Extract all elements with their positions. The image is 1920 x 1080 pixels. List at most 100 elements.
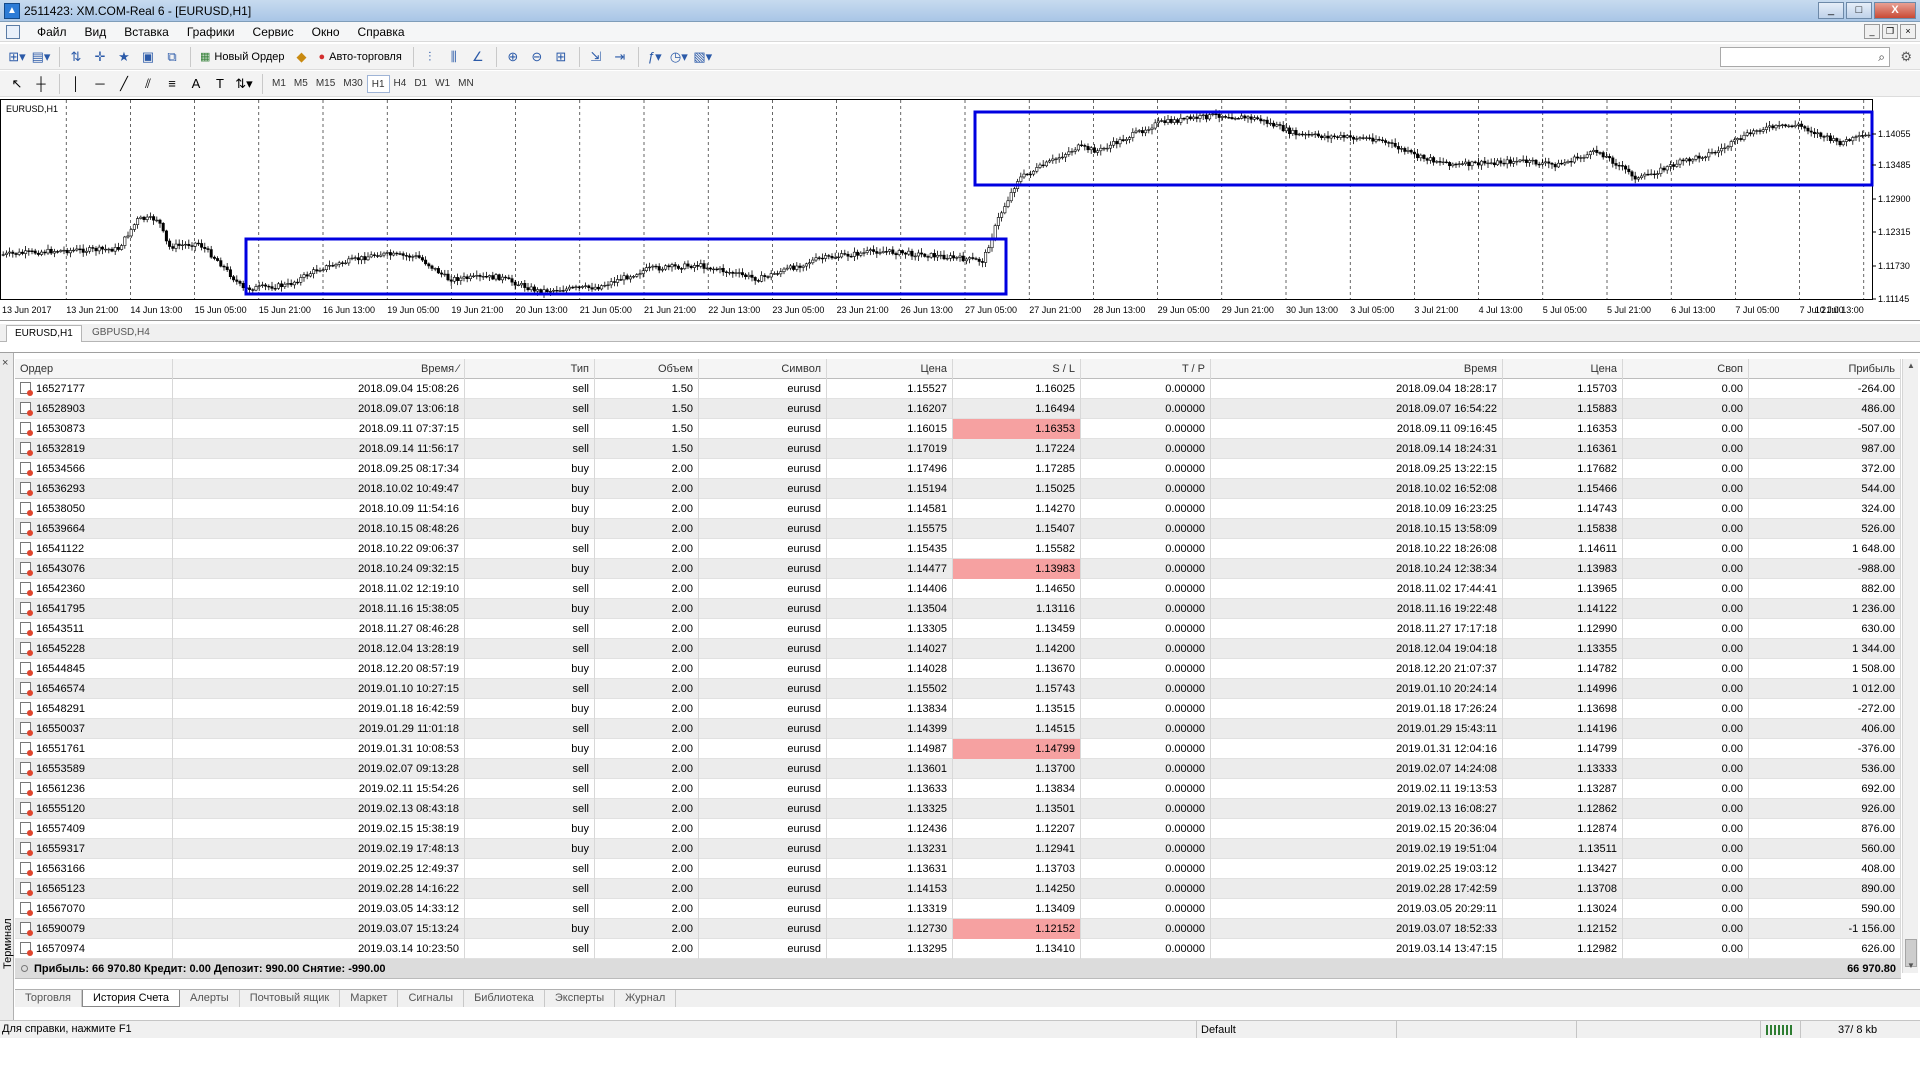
equidistant-channel-icon[interactable]: ⫽ [137,73,159,95]
fibonacci-icon[interactable]: ≡ [161,73,183,95]
table-row[interactable]: 16555120 2019.02.13 08:43:18 sell 2.00 eurus… [15,798,1901,819]
table-row[interactable]: 16534566 2018.09.25 08:17:34 buy 2.00 eurusd… [15,458,1901,479]
tab-signals[interactable]: Сигналы [398,990,465,1007]
tab-mailbox[interactable]: Почтовый ящик [240,990,341,1007]
col-close-time[interactable]: Время [1211,358,1503,379]
chart-minimize-button[interactable]: _ [1864,24,1880,39]
table-row[interactable]: 16563166 2019.02.25 12:49:37 sell 2.00 eurus… [15,858,1901,879]
new-order-button[interactable]: ▦ Новый Ордер [196,46,289,68]
chart-restore-button[interactable]: ❐ [1882,24,1898,39]
col-open-time[interactable]: Время ⁄ [173,358,465,379]
chart-tab-eurusd[interactable]: EURUSD,H1 [6,325,82,342]
text-label-icon[interactable]: T [209,73,231,95]
timeframe-m30[interactable]: M30 [339,75,366,93]
menu-help[interactable]: Справка [349,25,414,39]
table-row[interactable]: 16539664 2018.10.15 08:48:26 buy 2.00 eurusd… [15,518,1901,539]
timeframe-h4[interactable]: H4 [390,75,411,93]
data-window-icon[interactable]: ✛ [89,46,111,68]
table-row[interactable]: 16553589 2019.02.07 09:13:28 sell 2.00 eurus… [15,758,1901,779]
timeframe-m15[interactable]: M15 [312,75,339,93]
tab-account-history[interactable]: История Счета [81,990,181,1007]
horizontal-line-icon[interactable]: ─ [89,73,111,95]
vertical-scrollbar[interactable]: ▲ ▼ [1902,359,1918,973]
cursor-icon[interactable]: ↖ [6,73,28,95]
table-row[interactable]: 16545228 2018.12.04 13:28:19 sell 2.00 eurus… [15,638,1901,659]
table-row[interactable]: 16565123 2019.02.28 14:16:22 sell 2.00 eurus… [15,878,1901,899]
auto-scroll-icon[interactable]: ⇲ [585,46,607,68]
text-icon[interactable]: A [185,73,207,95]
auto-trading-button[interactable]: ● Авто-торговля [315,46,406,68]
table-row[interactable]: 16570974 2019.03.14 10:23:50 sell 2.00 eurus… [15,938,1901,959]
timeframe-h1[interactable]: H1 [366,74,390,93]
periods-icon[interactable]: ◷▾ [668,46,690,68]
table-row[interactable]: 16548291 2019.01.18 16:42:59 buy 2.00 eurusd… [15,698,1901,719]
terminal-close-icon[interactable]: × [2,357,8,369]
menu-file[interactable]: Файл [28,25,76,39]
menu-insert[interactable]: Вставка [115,25,178,39]
timeframe-d1[interactable]: D1 [410,75,431,93]
line-chart-icon[interactable]: ∠ [467,46,489,68]
zoom-out-icon[interactable]: ⊖ [526,46,548,68]
indicators-icon[interactable]: ƒ▾ [644,46,666,68]
minimize-button[interactable]: _ [1818,2,1844,19]
profiles-icon[interactable]: ▤▾ [30,46,52,68]
menu-tools[interactable]: Сервис [244,25,303,39]
scroll-down-icon[interactable]: ▼ [1903,959,1919,973]
table-row[interactable]: 16538050 2018.10.09 11:54:16 buy 2.00 eurusd… [15,498,1901,519]
meta-editor-icon[interactable]: ◆ [291,46,313,68]
table-row[interactable]: 16561236 2019.02.11 15:54:26 sell 2.00 eurus… [15,778,1901,799]
status-profile[interactable]: Default [1196,1021,1236,1039]
market-watch-icon[interactable]: ⇅ [65,46,87,68]
table-row[interactable]: 16567070 2019.03.05 14:33:12 sell 2.00 eurus… [15,898,1901,919]
tile-windows-icon[interactable]: ⊞ [550,46,572,68]
chart-tab-gbpusd[interactable]: GBPUSD,H4 [84,325,158,342]
menu-window[interactable]: Окно [303,25,349,39]
tab-journal[interactable]: Журнал [615,990,677,1007]
col-sl[interactable]: S / L [953,358,1081,379]
col-close-price[interactable]: Цена [1503,358,1623,379]
table-row[interactable]: 16543511 2018.11.27 08:46:28 sell 2.00 eurus… [15,618,1901,639]
col-order[interactable]: Ордер [15,358,173,379]
col-open-price[interactable]: Цена [827,358,953,379]
table-row[interactable]: 16590079 2019.03.07 15:13:24 buy 2.00 eurusd… [15,918,1901,939]
tab-trade[interactable]: Торговля [15,990,82,1007]
table-row[interactable]: 16532819 2018.09.14 11:56:17 sell 1.50 eurus… [15,438,1901,459]
arrows-icon[interactable]: ⇅▾ [233,73,255,95]
zoom-in-icon[interactable]: ⊕ [502,46,524,68]
table-row[interactable]: 16541122 2018.10.22 09:06:37 sell 2.00 eurus… [15,538,1901,559]
table-row[interactable]: 16550037 2019.01.29 11:01:18 sell 2.00 eurus… [15,718,1901,739]
col-type[interactable]: Тип [465,358,595,379]
table-row[interactable]: 16536293 2018.10.02 10:49:47 buy 2.00 eurusd… [15,478,1901,499]
templates-icon[interactable]: ▧▾ [692,46,714,68]
menu-charts[interactable]: Графики [178,25,244,39]
maximize-button[interactable]: □ [1846,2,1872,19]
table-row[interactable]: 16559317 2019.02.19 17:48:13 buy 2.00 eurusd… [15,838,1901,859]
scroll-up-icon[interactable]: ▲ [1903,359,1919,373]
table-row[interactable]: 16546574 2019.01.10 10:27:15 sell 2.00 eurus… [15,678,1901,699]
price-chart[interactable]: EURUSD,H1 1.14055 1.13485 1.12900 1.12315 1.… [0,99,1920,321]
settings-icon[interactable]: ⚙ [1900,49,1912,65]
tab-library[interactable]: Библиотека [464,990,545,1007]
tab-experts[interactable]: Эксперты [545,990,616,1007]
timeframe-w1[interactable]: W1 [431,75,454,93]
timeframe-m5[interactable]: M5 [290,75,312,93]
col-profit[interactable]: Прибыль [1749,358,1901,379]
chart-window-icon[interactable] [6,24,20,39]
table-row[interactable]: 16543076 2018.10.24 09:32:15 buy 2.00 eurusd… [15,558,1901,579]
table-row[interactable]: 16542360 2018.11.02 12:19:10 sell 2.00 eurus… [15,578,1901,599]
timeframe-m1[interactable]: M1 [268,75,290,93]
tab-market[interactable]: Маркет [340,990,399,1007]
navigator-icon[interactable]: ★ [113,46,135,68]
bar-chart-icon[interactable]: ⫶ [419,46,441,68]
table-row[interactable]: 16541795 2018.11.16 15:38:05 buy 2.00 eurusd… [15,598,1901,619]
tab-alerts[interactable]: Алерты [180,990,240,1007]
menu-view[interactable]: Вид [76,25,116,39]
terminal-icon[interactable]: ▣ [137,46,159,68]
col-volume[interactable]: Объем [595,358,699,379]
table-row[interactable]: 16551761 2019.01.31 10:08:53 buy 2.00 eurusd… [15,738,1901,759]
crosshair-icon[interactable]: ┼ [30,73,52,95]
candlestick-icon[interactable]: ⫼ [443,46,465,68]
strategy-tester-icon[interactable]: ⧉ [161,46,183,68]
search-input[interactable]: ⌕ [1720,47,1890,67]
close-button[interactable]: X [1874,2,1916,19]
